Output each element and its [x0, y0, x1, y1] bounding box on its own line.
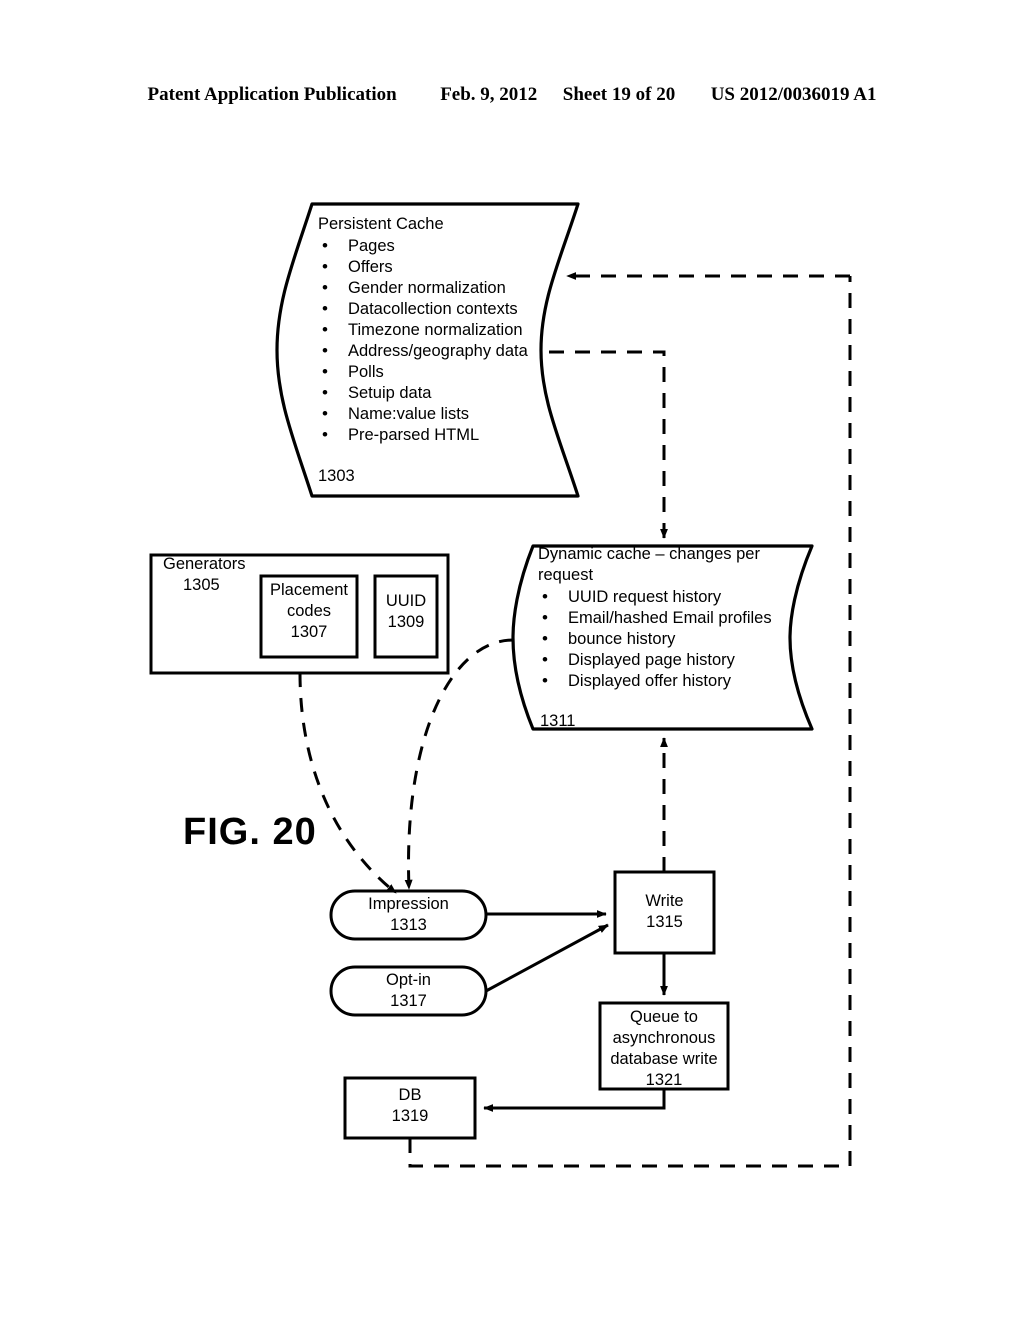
connector-dynamic-cache-to-impression — [404, 638, 514, 890]
opt-in-label: Opt-in 1317 — [331, 970, 486, 1012]
list-item: Name:value lists — [318, 403, 528, 425]
placement-codes-reference-number: 1307 — [290, 623, 328, 641]
generators-title: Generators — [163, 555, 246, 573]
persistent-cache-reference-number: 1303 — [318, 467, 355, 485]
write-reference-number: 1315 — [646, 913, 683, 931]
dynamic-cache-item-list: UUID request history Email/hashed Email … — [538, 586, 772, 692]
list-item: Timezone normalization — [318, 319, 528, 341]
queue-line-3: database write — [610, 1050, 718, 1068]
placement-codes-line-1: Placement — [270, 581, 348, 599]
persistent-cache-item-list: Pages Offers Gender normalization Dataco… — [318, 235, 528, 446]
impression-reference-number: 1313 — [390, 916, 427, 934]
dynamic-cache-title-line-2: request — [538, 566, 594, 584]
figure-diagram-canvas — [149, 202, 852, 1168]
uuid-label: UUID 1309 — [375, 591, 437, 633]
list-item: Gender normalization — [318, 277, 528, 299]
list-item: Setuip data — [318, 382, 528, 404]
write-title: Write — [645, 892, 684, 910]
connector-queue-to-db — [483, 1089, 666, 1112]
uuid-reference-number: 1309 — [387, 613, 425, 631]
list-item: Displayed offer history — [538, 670, 772, 692]
impression-title: Impression — [368, 895, 449, 913]
placement-codes-label: Placement codes 1307 — [261, 580, 357, 643]
connector-generators-to-impression — [298, 672, 397, 895]
db-reference-number: 1319 — [391, 1107, 429, 1125]
list-item: Pages — [318, 235, 528, 257]
generators-reference-number: 1305 — [183, 576, 220, 594]
list-item: Polls — [318, 361, 528, 383]
list-item: Datacollection contexts — [318, 298, 528, 320]
queue-line-1: Queue to — [630, 1008, 698, 1026]
queue-label: Queue to asynchronous database write 132… — [600, 1007, 728, 1091]
list-item: Email/hashed Email profiles — [538, 607, 772, 629]
connector-persistent-to-dynamic-cache — [549, 350, 668, 539]
list-item: bounce history — [538, 628, 772, 650]
list-item: Displayed page history — [538, 649, 772, 671]
list-item: UUID request history — [538, 586, 772, 608]
queue-reference-number: 1321 — [645, 1071, 683, 1089]
placement-codes-line-2: codes — [286, 602, 332, 620]
impression-label: Impression 1313 — [331, 894, 486, 936]
list-item: Address/geography data — [318, 340, 528, 362]
opt-in-reference-number: 1317 — [390, 992, 427, 1010]
db-title: DB — [398, 1086, 422, 1104]
dynamic-cache-title-line-1: Dynamic cache – changes per — [538, 545, 760, 563]
opt-in-title: Opt-in — [386, 971, 431, 989]
write-label: Write 1315 — [615, 891, 714, 933]
uuid-line-1: UUID — [385, 592, 427, 610]
queue-line-2: asynchronous — [612, 1029, 716, 1047]
list-item: Pre-parsed HTML — [318, 424, 528, 446]
dynamic-cache-reference-number: 1311 — [540, 712, 576, 730]
connector-optin-to-write — [485, 923, 609, 993]
list-item: Offers — [318, 256, 528, 278]
persistent-cache-title: Persistent Cache — [318, 215, 444, 233]
db-label: DB 1319 — [345, 1085, 475, 1127]
